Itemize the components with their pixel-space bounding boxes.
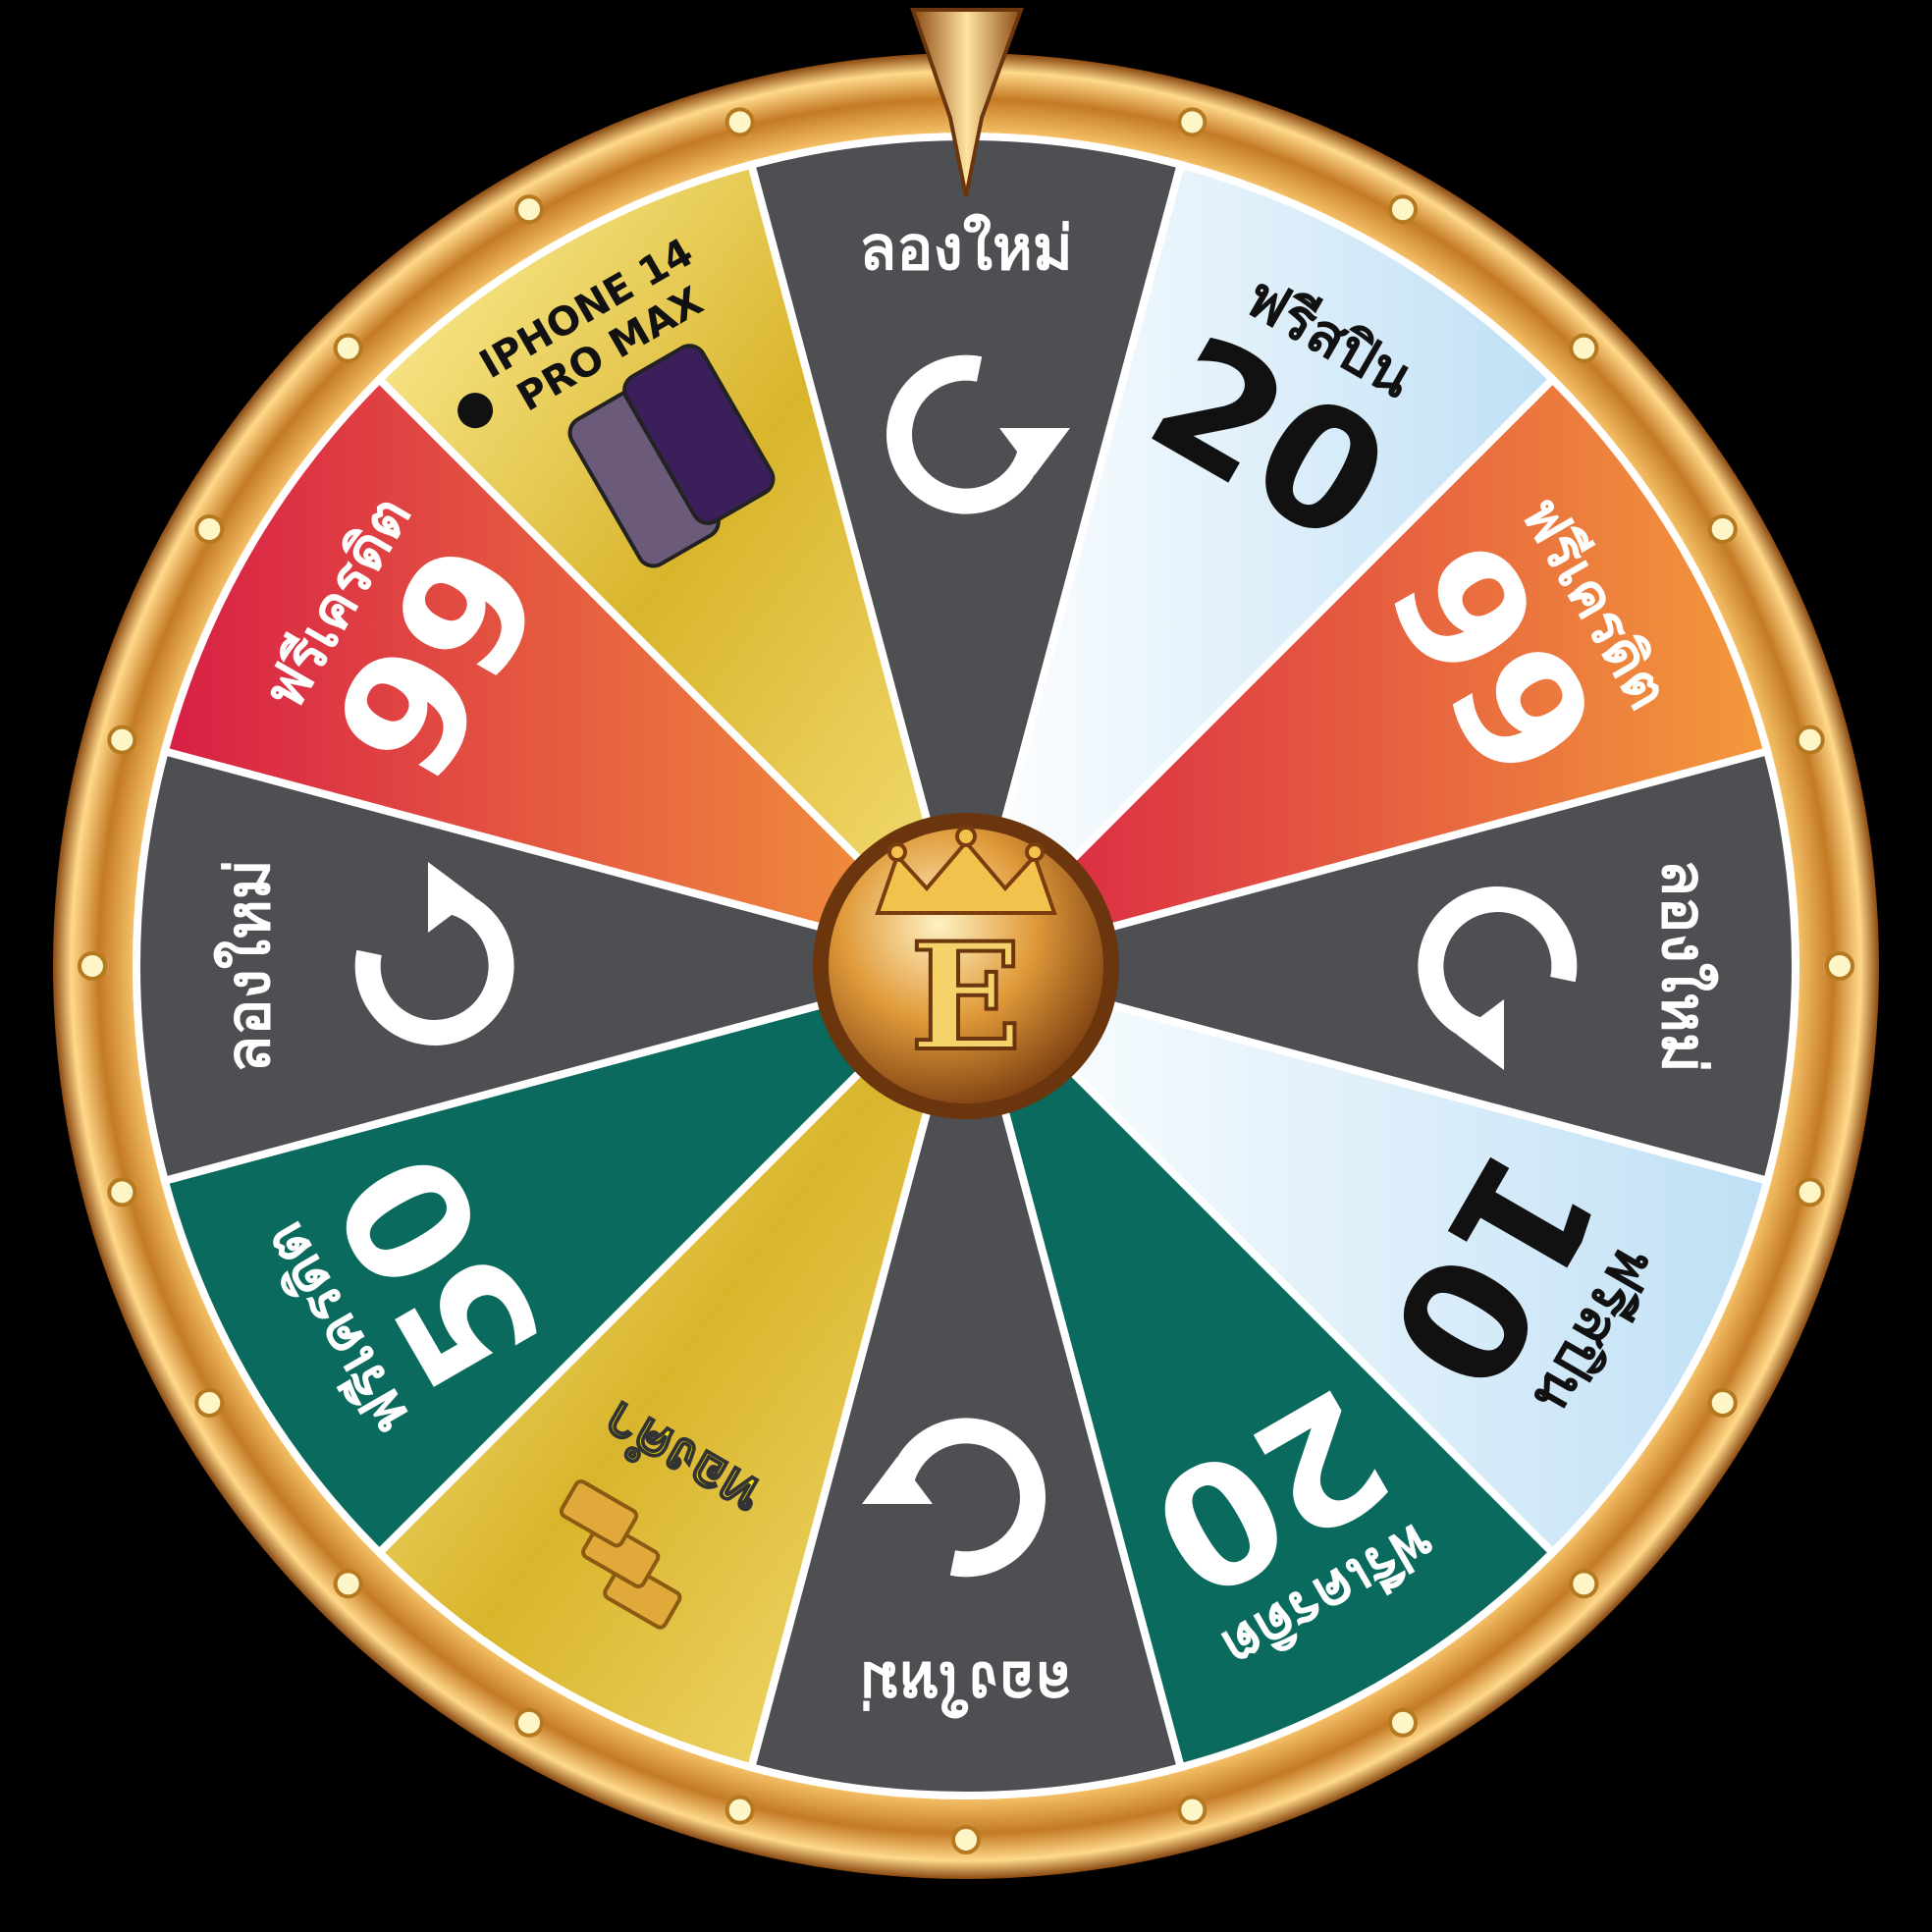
rim-light (194, 1388, 225, 1418)
rim-light (1795, 1177, 1825, 1208)
hub-logo-letter: E (910, 911, 1022, 1084)
prize-wheel[interactable]: ลองใหม่ ฟรีสปิน 20 ฟรีเครดิต 99 ลองใหม่ ฟรีสปิ… (0, 0, 1932, 1932)
rim-light (1388, 194, 1418, 225)
segment-label: ลองใหม่ (859, 212, 1073, 284)
segment-label: ลองใหม่ (212, 859, 284, 1073)
rim-light (514, 194, 544, 225)
rim-light (107, 1177, 137, 1208)
rim-light (724, 107, 755, 137)
rim-light (1177, 1795, 1208, 1825)
segment-label: ลองใหม่ (1648, 859, 1720, 1073)
rim-light (1569, 1569, 1599, 1599)
segment-label: ลองใหม่ (859, 1648, 1073, 1720)
rim-light (1795, 724, 1825, 755)
rim-light (951, 1825, 981, 1854)
rim-light (724, 1795, 755, 1825)
rim-light (333, 333, 363, 363)
rim-light (1569, 333, 1599, 363)
rim-light (1177, 107, 1208, 137)
rim-light (1388, 1707, 1418, 1738)
rim-light (333, 1569, 363, 1599)
rim-light (514, 1707, 544, 1738)
rim-light (1707, 514, 1738, 544)
rim-light (107, 724, 137, 755)
wheel-graphic[interactable]: ลองใหม่ฟรีสปิน20ฟรีเครดิต99ลองใหม่ฟรีสปิ… (0, 0, 1932, 1932)
rim-light (78, 951, 107, 981)
rim-light (1825, 951, 1854, 981)
rim-light (1707, 1388, 1738, 1418)
rim-light (194, 514, 225, 544)
